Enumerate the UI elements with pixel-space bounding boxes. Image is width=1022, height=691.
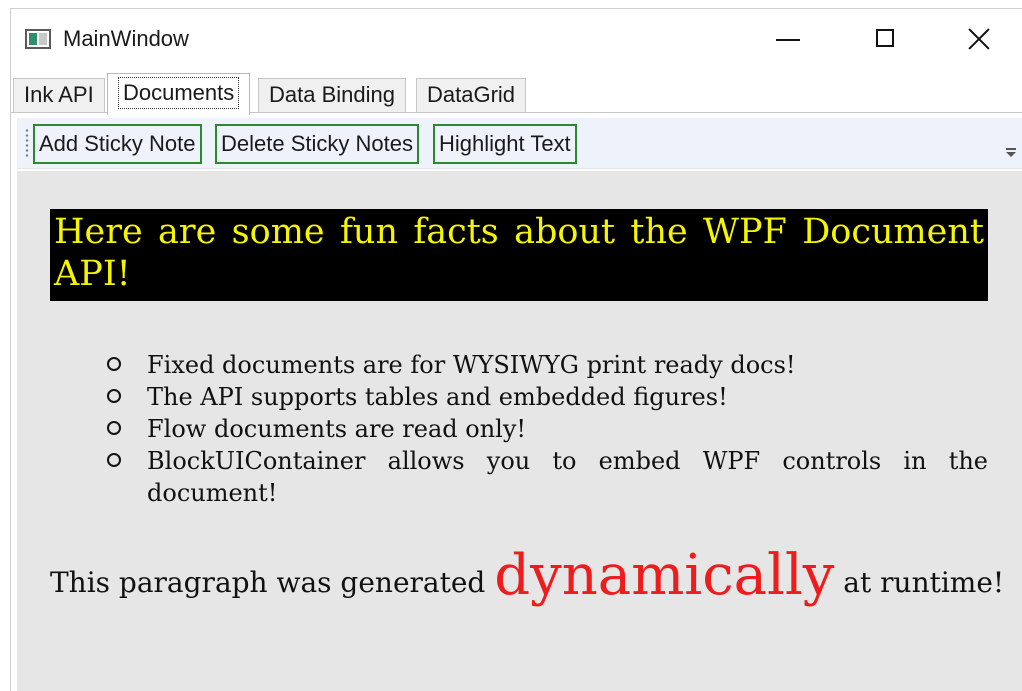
title-bar[interactable]: MainWindow xyxy=(11,9,1022,67)
paragraph-text-before: This paragraph was generated xyxy=(50,566,495,599)
fact-text: BlockUIContainer allows you to embed WPF… xyxy=(147,447,988,507)
flow-document-viewer: Here are some fun facts about the WPF Do… xyxy=(17,171,1022,691)
add-sticky-note-button[interactable]: Add Sticky Note xyxy=(33,124,202,164)
tab-datagrid[interactable]: DataGrid xyxy=(416,78,527,112)
list-item: The API supports tables and embedded fig… xyxy=(105,381,988,413)
tab-ink-api[interactable]: Ink API xyxy=(13,78,105,112)
list-item: Flow documents are read only! xyxy=(105,413,988,445)
circle-bullet-icon xyxy=(107,357,121,371)
tab-data-binding[interactable]: Data Binding xyxy=(258,78,406,112)
window-app-icon xyxy=(25,29,51,49)
fact-text: Fixed documents are for WYSIWYG print re… xyxy=(147,351,796,379)
list-item: BlockUIContainer allows you to embed WPF… xyxy=(105,445,988,509)
main-window: MainWindow Ink API Documents Data Bindin… xyxy=(10,8,1022,691)
close-icon[interactable] xyxy=(957,21,1001,57)
document-toolbar: Add Sticky Note Delete Sticky Notes High… xyxy=(17,118,1022,169)
circle-bullet-icon xyxy=(107,421,121,435)
maximize-icon[interactable] xyxy=(863,21,907,57)
paragraph-highlight-text: dynamically xyxy=(494,543,835,608)
minimize-icon[interactable] xyxy=(766,21,810,57)
list-item: Fixed documents are for WYSIWYG print re… xyxy=(105,349,988,381)
facts-list: Fixed documents are for WYSIWYG print re… xyxy=(105,349,988,509)
toolbar-grip-icon[interactable] xyxy=(25,128,29,158)
fact-text: Flow documents are read only! xyxy=(147,415,527,443)
toolbar-overflow-icon[interactable] xyxy=(1005,148,1017,160)
circle-bullet-icon xyxy=(107,389,121,403)
tab-documents-label: Documents xyxy=(118,77,240,109)
tab-strip: Ink API Documents Data Binding DataGrid xyxy=(11,73,1022,115)
circle-bullet-icon xyxy=(107,453,121,467)
document-heading: Here are some fun facts about the WPF Do… xyxy=(50,209,988,301)
window-title: MainWindow xyxy=(63,26,189,51)
dynamic-paragraph: This paragraph was generated dynamically… xyxy=(50,543,1004,608)
fact-text: The API supports tables and embedded fig… xyxy=(147,383,728,411)
paragraph-text-after: at runtime! xyxy=(834,566,1005,599)
delete-sticky-notes-button[interactable]: Delete Sticky Notes xyxy=(215,124,419,164)
tab-documents[interactable]: Documents xyxy=(107,73,251,115)
tab-content-documents: Add Sticky Note Delete Sticky Notes High… xyxy=(11,113,1022,691)
highlight-text-button[interactable]: Highlight Text xyxy=(433,124,577,164)
